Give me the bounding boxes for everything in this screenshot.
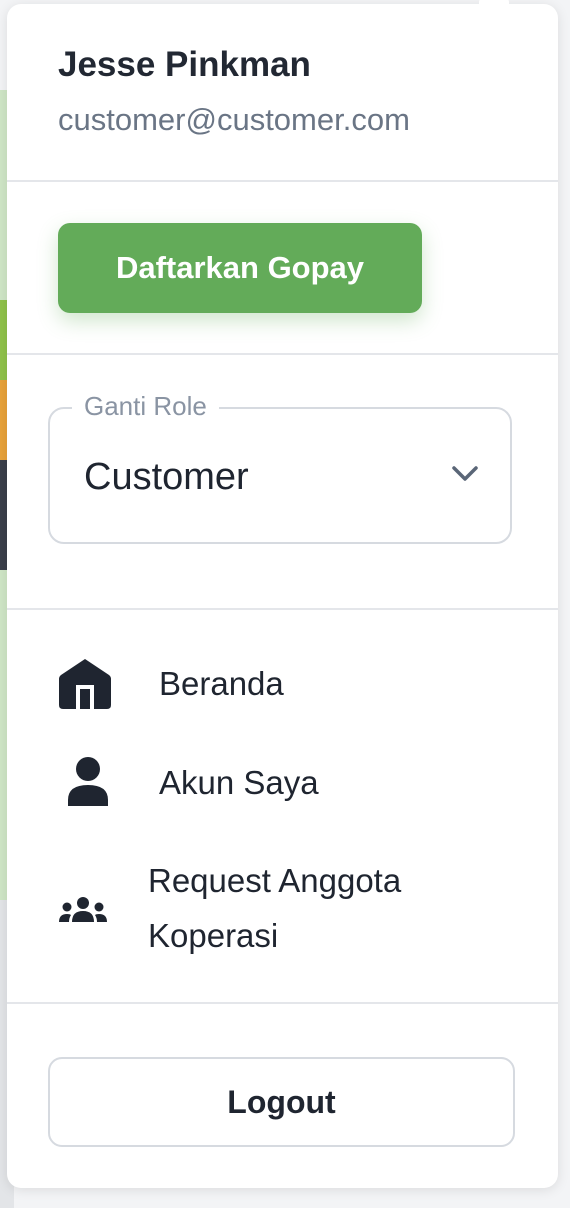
user-email: customer@customer.com — [58, 102, 410, 137]
user-menu-panel: Jesse Pinkman customer@customer.com Daft… — [7, 0, 558, 1188]
divider — [7, 608, 558, 610]
nav-label-line1: Request Anggota — [148, 862, 402, 899]
chevron-down-icon[interactable] — [450, 463, 480, 485]
nav-label: Beranda — [159, 665, 284, 702]
nav-item-akun-saya[interactable]: Akun Saya — [7, 754, 558, 814]
nav-item-beranda[interactable]: Beranda — [7, 654, 558, 714]
divider — [7, 353, 558, 355]
group-icon — [59, 897, 107, 922]
role-select-value: Customer — [84, 456, 249, 498]
divider — [7, 1002, 558, 1004]
divider — [7, 180, 558, 182]
nav-label-line2: Koperasi — [148, 917, 279, 954]
role-select[interactable]: Ganti Role Customer — [48, 389, 512, 544]
register-gopay-button[interactable]: Daftarkan Gopay — [58, 223, 422, 313]
nav-label: Akun Saya — [159, 764, 319, 801]
logout-button[interactable]: Logout — [48, 1057, 515, 1147]
user-profile: Jesse Pinkman customer@customer.com — [58, 44, 410, 138]
nav-item-request-anggota-koperasi[interactable]: Request Anggota Koperasi — [7, 854, 558, 964]
person-icon — [68, 757, 108, 806]
panel-pointer — [479, 0, 509, 12]
role-select-label: Ganti Role — [72, 389, 219, 423]
home-icon — [59, 659, 111, 709]
user-name: Jesse Pinkman — [58, 45, 311, 84]
